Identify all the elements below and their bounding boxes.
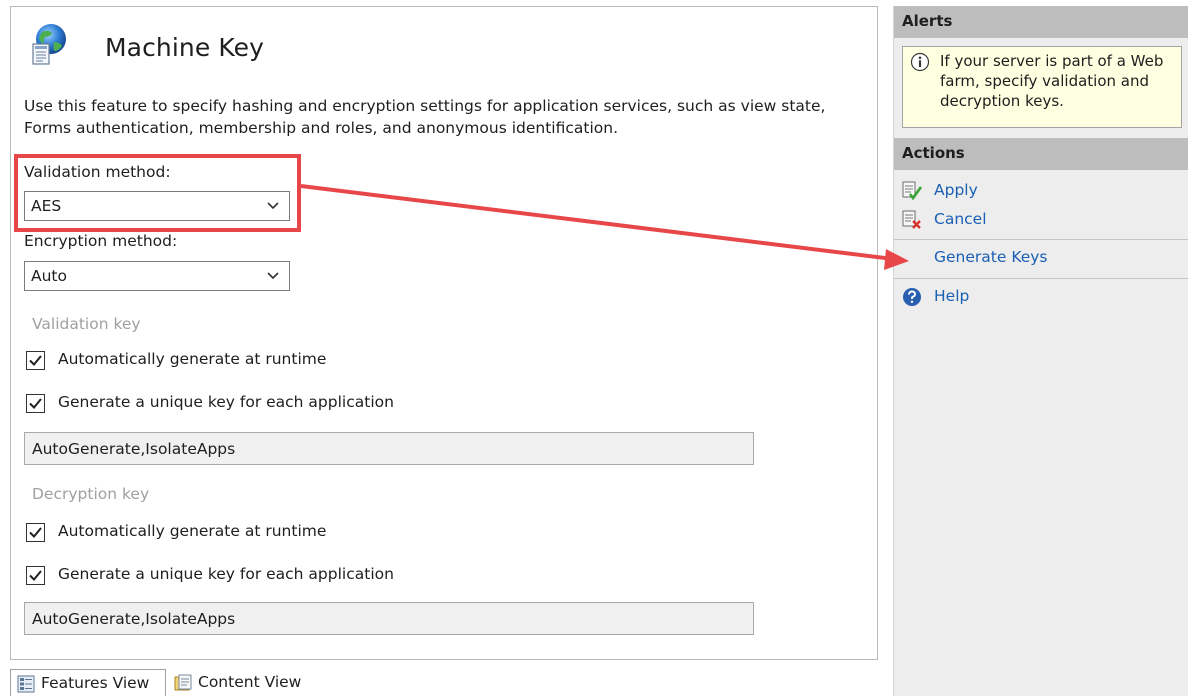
tab-content-view-label: Content View [198,673,302,691]
checkmark-icon [29,398,42,409]
validation-unique-key-label: Generate a unique key for each applicati… [58,393,394,411]
encryption-method-value: Auto [31,267,67,285]
decryption-key-section-label: Decryption key [32,485,150,503]
decryption-key-field[interactable]: AutoGenerate,IsolateApps [24,602,754,635]
checkmark-icon [29,527,42,538]
cancel-action-label: Cancel [934,210,987,228]
actions-divider [894,278,1188,279]
checkmark-icon [29,570,42,581]
apply-icon [902,181,922,201]
validation-auto-generate-label: Automatically generate at runtime [58,350,327,368]
decryption-unique-key-label: Generate a unique key for each applicati… [58,565,394,583]
actions-header-label: Actions [902,144,965,162]
decryption-unique-key-checkbox[interactable] [26,566,45,585]
help-action-label: Help [934,287,970,305]
alert-message: If your server is part of a Web farm, sp… [940,52,1164,110]
actions-pane: Alerts If your server is part of a Web f… [893,6,1188,696]
alerts-header-label: Alerts [902,12,953,30]
generate-keys-action-label: Generate Keys [934,248,1048,266]
encryption-method-select[interactable]: Auto [24,261,290,291]
decryption-key-value: AutoGenerate,IsolateApps [32,610,236,628]
encryption-method-label: Encryption method: [24,232,178,250]
page-description: Use this feature to specify hashing and … [24,97,826,137]
actions-header: Actions [894,138,1188,170]
validation-auto-generate-checkbox[interactable] [26,351,45,370]
machine-key-icon [32,24,66,65]
help-icon [903,288,921,306]
alerts-header: Alerts [894,6,1188,38]
content-view-icon [174,674,192,691]
validation-key-section-label: Validation key [32,315,141,333]
validation-unique-key-checkbox[interactable] [26,394,45,413]
tab-features-view-label: Features View [41,674,150,692]
cancel-icon [902,210,921,229]
decryption-auto-generate-label: Automatically generate at runtime [58,522,327,540]
left-edge [0,0,10,696]
chevron-down-icon [267,272,279,280]
decryption-auto-generate-checkbox[interactable] [26,523,45,542]
info-icon [910,52,930,72]
validation-key-value: AutoGenerate,IsolateApps [32,440,236,458]
annotation-highlight [14,154,301,232]
alert-box: If your server is part of a Web farm, sp… [902,46,1182,128]
checkmark-icon [29,355,42,366]
features-view-icon [17,675,35,693]
view-tabs: Features View Content View [10,660,878,696]
page-title: Machine Key [105,33,265,62]
tab-content-view[interactable]: Content View [168,669,318,696]
apply-action-label: Apply [934,181,978,199]
tab-features-view[interactable]: Features View [10,669,166,696]
validation-key-field[interactable]: AutoGenerate,IsolateApps [24,432,754,465]
actions-divider [894,239,1188,240]
